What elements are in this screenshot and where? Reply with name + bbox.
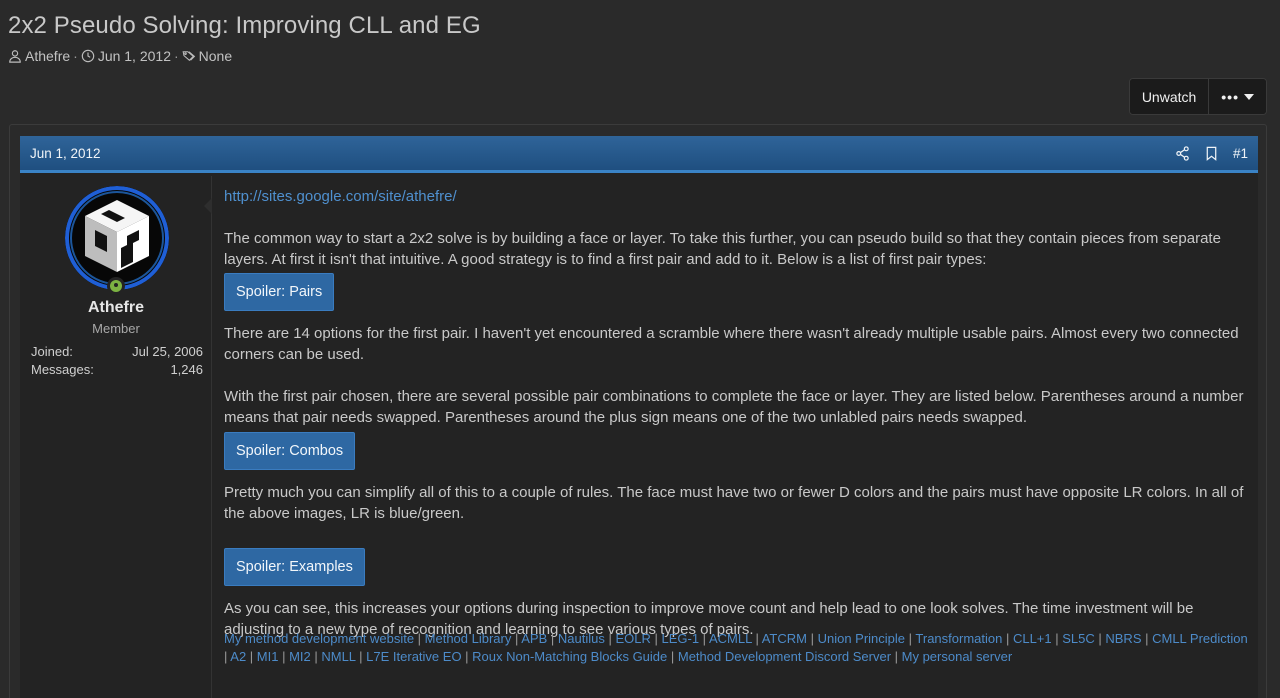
signature-separator: | <box>547 631 558 646</box>
more-options-button[interactable]: ••• <box>1208 79 1266 114</box>
clock-icon <box>81 49 95 63</box>
messages-label: Messages: <box>31 362 94 377</box>
signature-link[interactable]: CLL+1 <box>1013 631 1052 646</box>
post-date[interactable]: Jun 1, 2012 <box>30 146 101 161</box>
signature-link[interactable]: A2 <box>230 649 246 664</box>
spoiler-pairs-button[interactable]: Spoiler: Pairs <box>224 273 335 311</box>
paragraph-2: There are 14 options for the first pair.… <box>224 325 1239 363</box>
signature-link[interactable]: MI1 <box>257 649 279 664</box>
signature-separator: | <box>355 649 367 664</box>
messages-stat: Messages: 1,246 <box>31 362 203 377</box>
signature-link[interactable]: APB <box>521 631 547 646</box>
signature-separator: | <box>891 649 902 664</box>
user-cell: Athefre Member Joined: Jul 25, 2006 Mess… <box>20 176 212 698</box>
thread-date[interactable]: Jun 1, 2012 <box>98 48 171 64</box>
paragraph-4: Pretty much you can simplify all of this… <box>224 484 1244 522</box>
joined-label: Joined: <box>31 344 73 359</box>
signature-link[interactable]: ACMLL <box>709 631 752 646</box>
tag-icon <box>182 51 195 61</box>
signature: My method development website | Method L… <box>224 630 1254 666</box>
signature-link[interactable]: LEG-1 <box>661 631 699 646</box>
signature-separator: | <box>905 631 916 646</box>
signature-separator: | <box>511 631 522 646</box>
spoiler-combos-button[interactable]: Spoiler: Combos <box>224 432 356 470</box>
signature-link[interactable]: Nautilus <box>558 631 605 646</box>
paragraph-1: The common way to start a 2x2 solve is b… <box>224 230 1221 268</box>
signature-link[interactable]: NMLL <box>321 649 355 664</box>
thread-actions: Unwatch ••• <box>1128 78 1267 115</box>
signature-separator: | <box>1002 631 1013 646</box>
ellipsis-icon: ••• <box>1221 88 1239 105</box>
post: Jun 1, 2012 #1 Athefre Member Joined: Ju… <box>20 136 1258 698</box>
signature-separator: | <box>806 631 818 646</box>
signature-link[interactable]: CMLL Prediction <box>1152 631 1248 646</box>
joined-stat: Joined: Jul 25, 2006 <box>31 344 203 359</box>
signature-separator: | <box>414 631 425 646</box>
signature-separator: | <box>650 631 662 646</box>
signature-separator: | <box>1051 631 1063 646</box>
signature-link[interactable]: NBRS <box>1105 631 1141 646</box>
signature-link[interactable]: Roux Non-Matching Blocks Guide <box>472 649 667 664</box>
paragraph-3: With the first pair chosen, there are se… <box>224 388 1244 426</box>
signature-separator: | <box>751 631 762 646</box>
signature-link[interactable]: EOLR <box>615 631 650 646</box>
thread-tags: None <box>198 48 233 64</box>
signature-link[interactable]: ATCRM <box>762 631 807 646</box>
thread-container: Jun 1, 2012 #1 Athefre Member Joined: Ju… <box>9 124 1267 698</box>
author-meta[interactable]: Athefre <box>8 48 70 64</box>
user-icon <box>9 50 21 63</box>
signature-separator: | <box>604 631 616 646</box>
signature-separator: | <box>667 649 678 664</box>
signature-separator: | <box>699 631 709 646</box>
website-link[interactable]: http://sites.google.com/site/athefre/ <box>224 186 1249 207</box>
avatar[interactable] <box>65 186 169 290</box>
share-icon[interactable] <box>1175 145 1190 161</box>
post-number[interactable]: #1 <box>1233 146 1248 161</box>
thread-meta: Athefre · Jun 1, 2012 · None <box>8 48 232 64</box>
spoiler-examples-button[interactable]: Spoiler: Examples <box>224 548 365 586</box>
user-title: Member <box>92 321 140 336</box>
online-dot-icon <box>110 280 122 292</box>
messages-value: 1,246 <box>170 362 203 377</box>
date-meta[interactable]: Jun 1, 2012 <box>81 48 171 64</box>
unwatch-button[interactable]: Unwatch <box>1129 79 1209 114</box>
signature-link[interactable]: SL5C <box>1062 631 1095 646</box>
online-indicator <box>107 277 125 295</box>
page-title: 2x2 Pseudo Solving: Improving CLL and EG <box>8 12 481 39</box>
signature-link[interactable]: Method Development Discord Server <box>678 649 891 664</box>
thread-author[interactable]: Athefre <box>25 48 70 64</box>
signature-link[interactable]: Union Principle <box>818 631 905 646</box>
signature-link[interactable]: My personal server <box>902 649 1013 664</box>
signature-link[interactable]: L7E Iterative EO <box>366 649 461 664</box>
avatar-cube-image <box>65 186 169 290</box>
post-header: Jun 1, 2012 #1 <box>20 136 1258 173</box>
signature-link[interactable]: MI2 <box>289 649 311 664</box>
signature-separator: | <box>310 649 322 664</box>
signature-separator: | <box>461 649 473 664</box>
username[interactable]: Athefre <box>20 299 212 317</box>
message-arrow <box>204 198 212 214</box>
caret-down-icon <box>1244 93 1254 100</box>
bookmark-icon[interactable] <box>1204 146 1219 161</box>
tags-meta: None <box>182 48 232 64</box>
signature-separator: | <box>278 649 290 664</box>
meta-separator: · <box>173 48 179 64</box>
signature-link[interactable]: Method Library <box>425 631 512 646</box>
signature-separator: | <box>1141 631 1153 646</box>
signature-link[interactable]: My method development website <box>224 631 414 646</box>
joined-value: Jul 25, 2006 <box>132 344 203 359</box>
signature-separator: | <box>246 649 257 664</box>
signature-link[interactable]: Transformation <box>915 631 1002 646</box>
signature-separator: | <box>1094 631 1106 646</box>
meta-separator: · <box>73 48 78 64</box>
